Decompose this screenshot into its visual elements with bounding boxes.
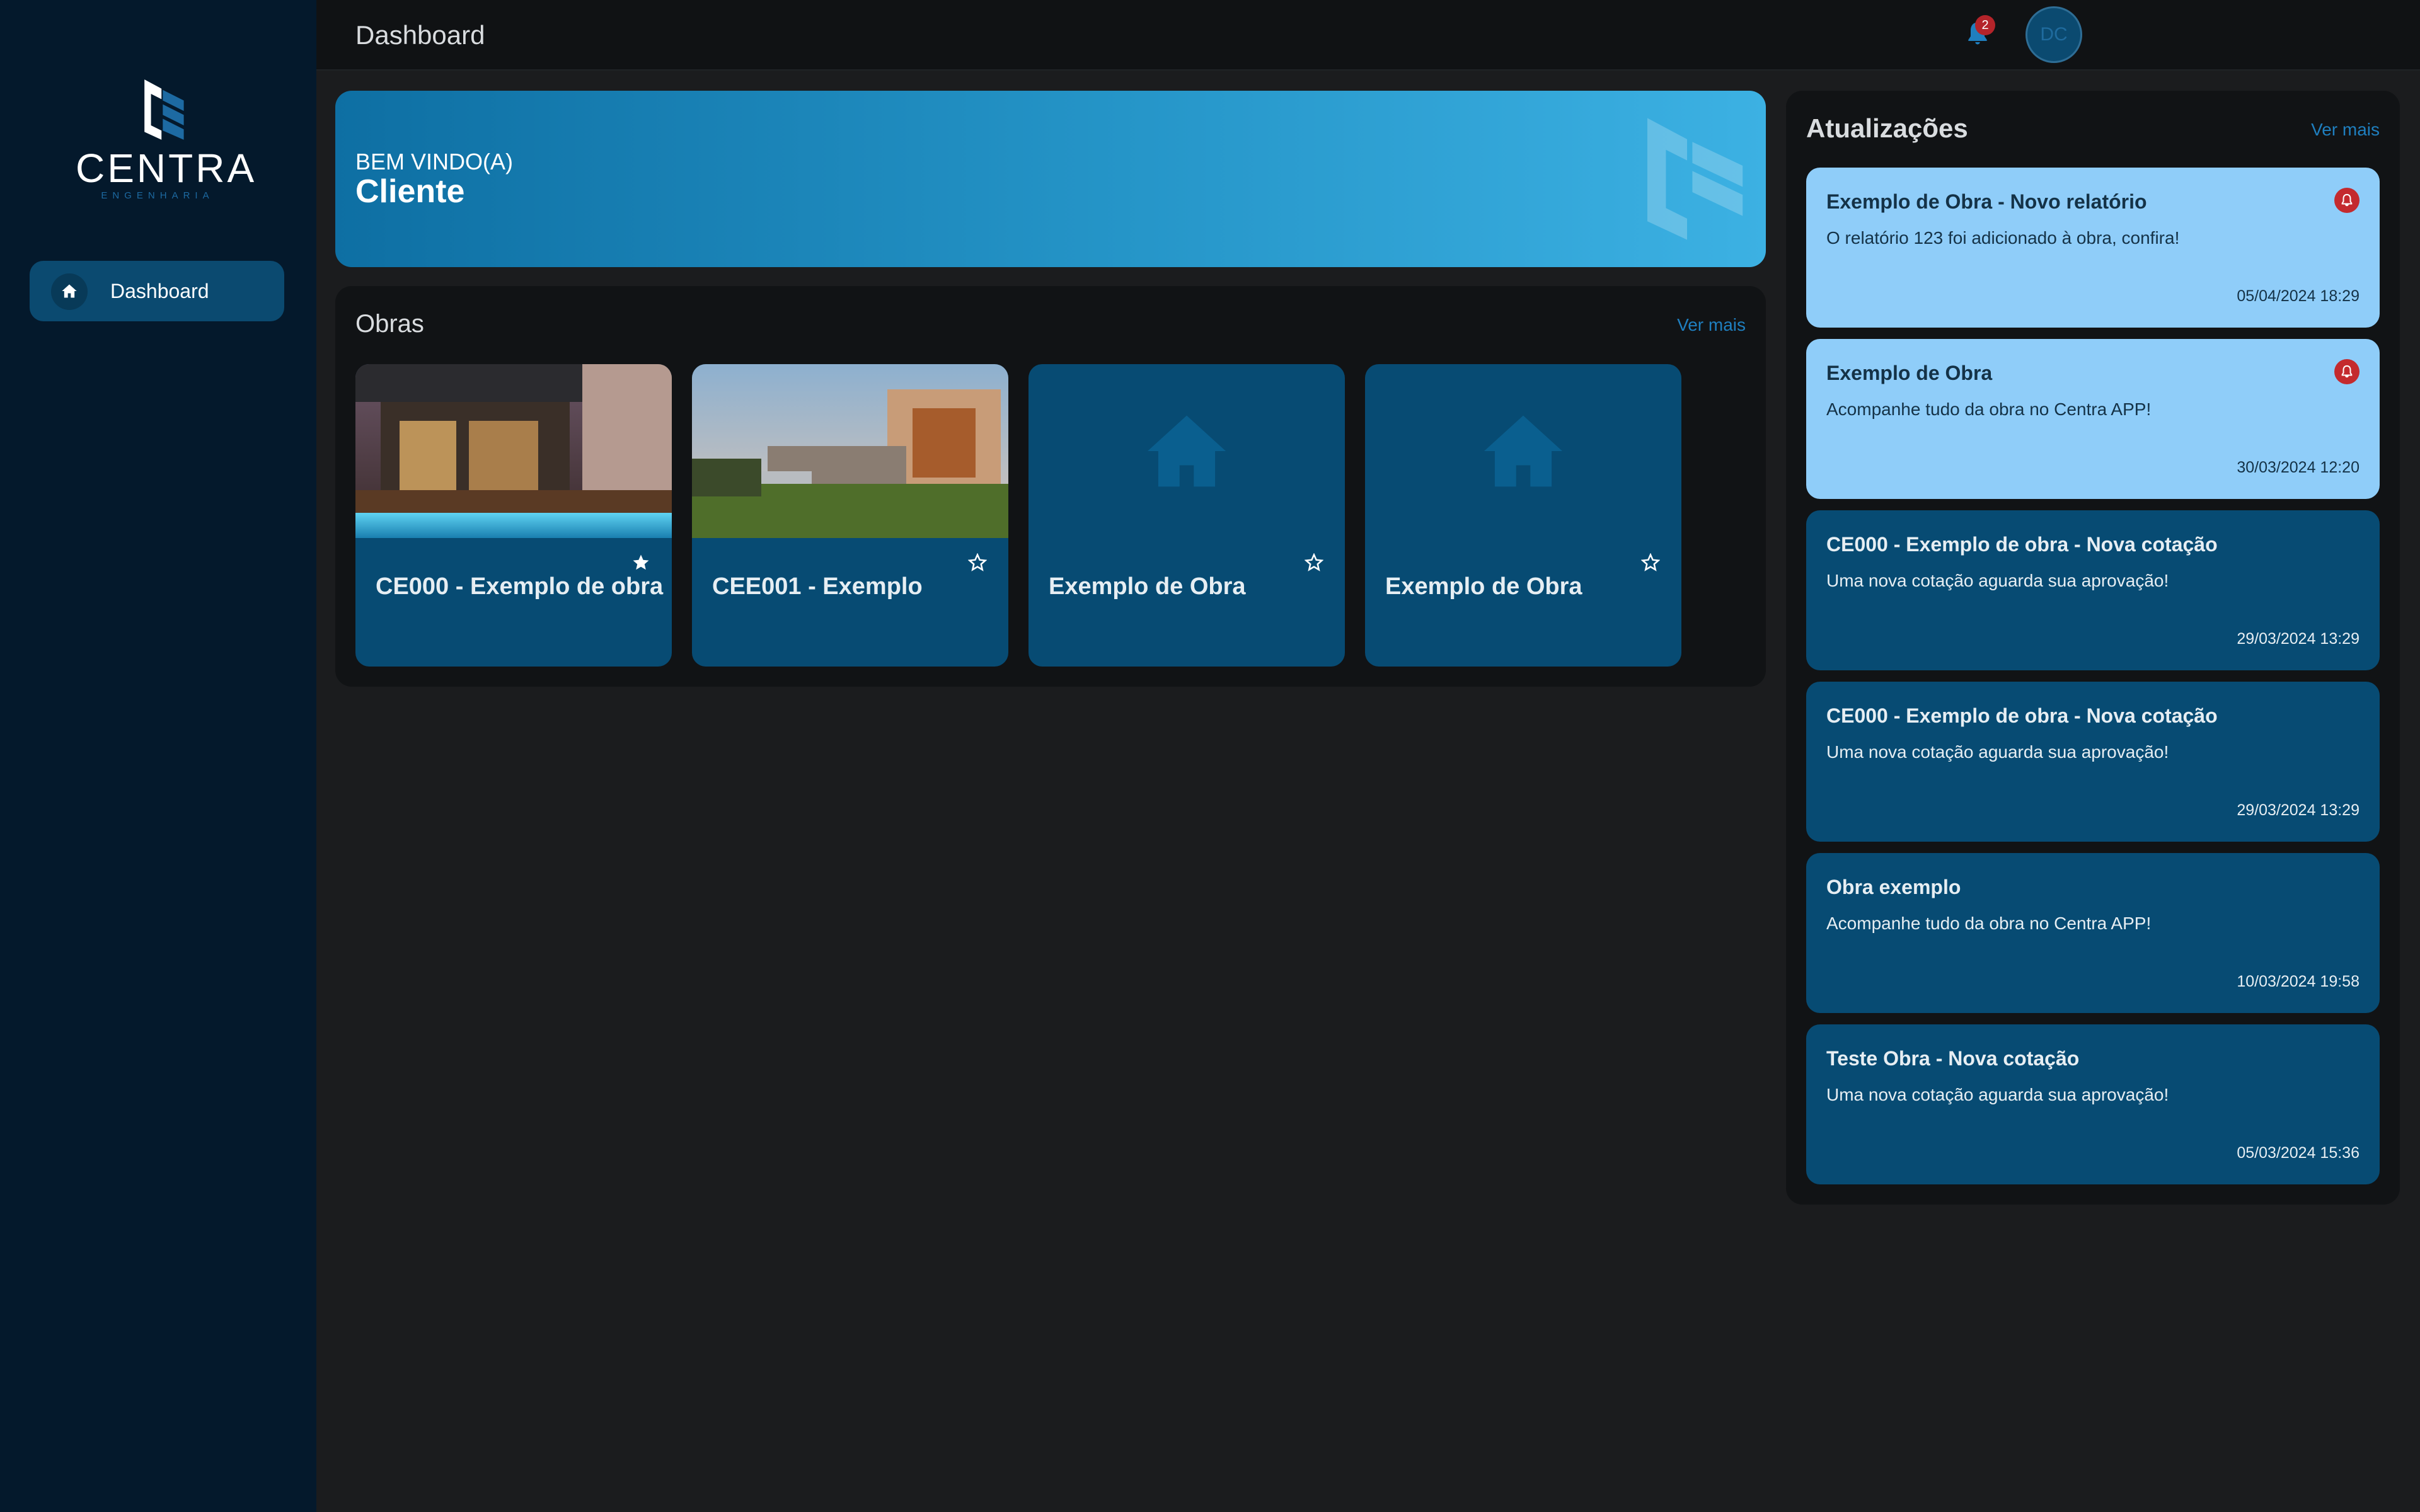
updates-panel: Atualizações Ver mais Exemplo de Obra - … (1786, 91, 2400, 1205)
sidebar: CENTRA ENGENHARIA Dashboard (0, 0, 316, 1512)
home-icon (51, 273, 88, 310)
update-message: O relatório 123 foi adicionado à obra, c… (1826, 228, 2180, 248)
update-item[interactable]: CE000 - Exemplo de obra - Nova cotação U… (1806, 510, 2380, 670)
update-item[interactable]: CE000 - Exemplo de obra - Nova cotação U… (1806, 682, 2380, 842)
obra-card[interactable]: Exemplo de Obra (1028, 364, 1345, 667)
update-message: Uma nova cotação aguarda sua aprovação! (1826, 1085, 2169, 1104)
obra-card-title: Exemplo de Obra (1049, 573, 1246, 600)
house-icon (1484, 415, 1562, 487)
alert-bell-icon (2334, 359, 2360, 384)
update-timestamp: 10/03/2024 19:58 (2237, 973, 2360, 990)
update-item[interactable]: Exemplo de Obra Acompanhe tudo da obra n… (1806, 339, 2380, 499)
avatar[interactable]: DC (2025, 6, 2082, 63)
obra-card[interactable]: CE000 - Exemplo de obra (355, 364, 672, 667)
favorite-star-outline-icon[interactable] (1305, 553, 1323, 572)
centra-logo-icon (144, 79, 184, 140)
notification-count-badge: 2 (1975, 15, 1995, 35)
brand-tagline: ENGENHARIA (101, 190, 214, 201)
update-timestamp: 29/03/2024 13:29 (2237, 801, 2360, 819)
update-title: Teste Obra - Nova cotação (1826, 1047, 2080, 1070)
obra-card[interactable]: Exemplo de Obra (1365, 364, 1681, 667)
update-title: Obra exemplo (1826, 876, 1961, 898)
update-title: CE000 - Exemplo de obra - Nova cotação (1826, 704, 2218, 727)
favorite-star-outline-icon[interactable] (1641, 553, 1660, 572)
update-message: Uma nova cotação aguarda sua aprovação! (1826, 571, 2169, 590)
update-timestamp: 29/03/2024 13:29 (2237, 630, 2360, 648)
favorite-star-outline-icon[interactable] (968, 553, 987, 572)
updates-title: Atualizações (1806, 113, 1968, 143)
obra-photo (692, 364, 1008, 538)
obra-photo (355, 364, 672, 538)
obra-card-title: Exemplo de Obra (1385, 573, 1582, 600)
obras-panel: Obras Ver mais CE000 - Exemplo de obra C… (335, 286, 1766, 687)
update-message: Acompanhe tudo da obra no Centra APP! (1826, 914, 2152, 933)
favorite-star-icon[interactable] (631, 553, 650, 572)
updates-see-more-link[interactable]: Ver mais (2311, 120, 2380, 140)
update-title: Exemplo de Obra (1826, 362, 1993, 384)
welcome-banner: BEM VINDO(A) Cliente (335, 91, 1766, 267)
obra-card-title: CEE001 - Exemplo (712, 573, 923, 600)
welcome-user-name: Cliente (355, 173, 465, 210)
page-title: Dashboard (355, 20, 485, 50)
update-item[interactable]: Exemplo de Obra - Novo relatório O relat… (1806, 168, 2380, 328)
sidebar-item-dashboard[interactable]: Dashboard (30, 261, 284, 321)
obras-see-more-link[interactable]: Ver mais (1677, 315, 1746, 335)
update-timestamp: 05/04/2024 18:29 (2237, 287, 2360, 305)
watermark-logo-icon (1647, 118, 1743, 240)
obra-card[interactable]: CEE001 - Exemplo (692, 364, 1008, 667)
update-item[interactable]: Obra exemplo Acompanhe tudo da obra no C… (1806, 853, 2380, 1013)
update-timestamp: 05/03/2024 15:36 (2237, 1144, 2360, 1162)
update-title: CE000 - Exemplo de obra - Nova cotação (1826, 533, 2218, 556)
update-timestamp: 30/03/2024 12:20 (2237, 459, 2360, 476)
update-message: Acompanhe tudo da obra no Centra APP! (1826, 399, 2152, 419)
alert-bell-icon (2334, 188, 2360, 213)
obras-title: Obras (355, 310, 424, 338)
house-icon (1148, 415, 1226, 487)
update-item[interactable]: Teste Obra - Nova cotação Uma nova cotaç… (1806, 1024, 2380, 1184)
top-bar: Dashboard (316, 0, 2420, 71)
brand-name: CENTRA (76, 146, 257, 191)
update-message: Uma nova cotação aguarda sua aprovação! (1826, 742, 2169, 762)
welcome-greeting: BEM VINDO(A) (355, 149, 514, 175)
brand-logo[interactable]: CENTRA ENGENHARIA (76, 77, 257, 203)
obra-card-title: CE000 - Exemplo de obra (376, 573, 664, 600)
update-title: Exemplo de Obra - Novo relatório (1826, 190, 2147, 213)
sidebar-item-label: Dashboard (110, 280, 209, 302)
